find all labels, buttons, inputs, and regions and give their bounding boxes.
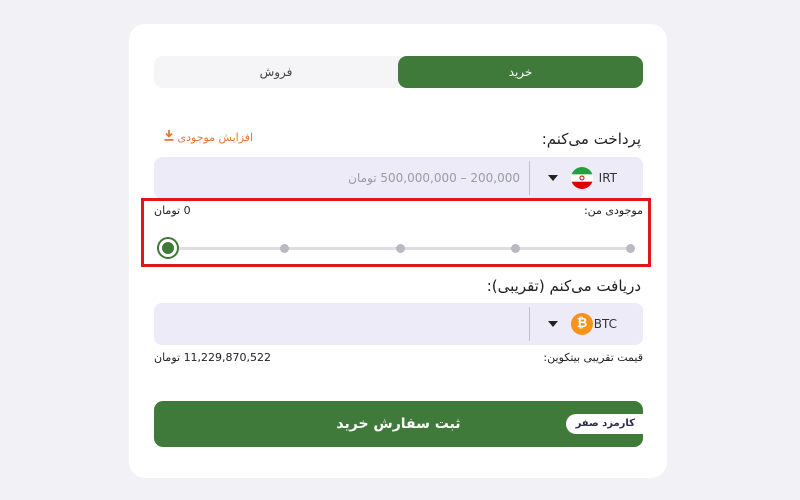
amount-slider-handle[interactable] [157,237,179,259]
zero-fee-badge: کارمزد صفر [565,414,645,434]
highlight-box [141,198,651,267]
currency-dropdown-chevron-icon[interactable] [548,175,558,181]
tab-buy[interactable]: خرید [398,56,643,88]
pay-currency-code: IRT [598,171,617,185]
submit-buy-order-button[interactable]: ثبت سفارش خرید کارمزد صفر [154,401,645,447]
receive-label: دریافت می‌کنم (تقریبی): [486,277,641,295]
btc-price-label: قیمت تقریبی بیتکوین: [543,351,643,364]
field-divider [529,161,530,195]
slider-step-dot[interactable] [280,244,289,253]
receive-currency-code: BTC [593,317,617,331]
iran-flag-icon [571,167,593,189]
currency-dropdown-chevron-icon[interactable] [548,321,558,327]
buy-sell-card: فروش خرید پرداخت می‌کنم: افزایش موجودی I… [129,24,667,478]
increase-balance-label: افزایش موجودی [177,131,254,144]
slider-step-dot[interactable] [626,244,635,253]
slider-step-dot[interactable] [511,244,520,253]
receive-amount-field[interactable]: BTC ₿ [154,303,643,345]
wallet-balance-label: موجودی من: [583,204,643,217]
wallet-balance-value: 0 تومان [154,204,191,217]
increase-balance-link[interactable]: افزایش موجودی [154,130,253,144]
download-icon [164,130,174,144]
bitcoin-icon: ₿ [571,313,593,335]
field-divider [529,307,530,341]
pay-amount-field[interactable]: IRT 200,000 – 500,000,000 تومان [154,157,643,199]
slider-step-dot[interactable] [396,244,405,253]
pay-label: پرداخت می‌کنم: [541,130,641,148]
pay-amount-placeholder: 200,000 – 500,000,000 تومان [348,171,520,185]
btc-price-value: 11,229,870,522 تومان [154,351,272,364]
tab-sell[interactable]: فروش [154,56,398,88]
tab-bar: فروش خرید [154,56,643,88]
